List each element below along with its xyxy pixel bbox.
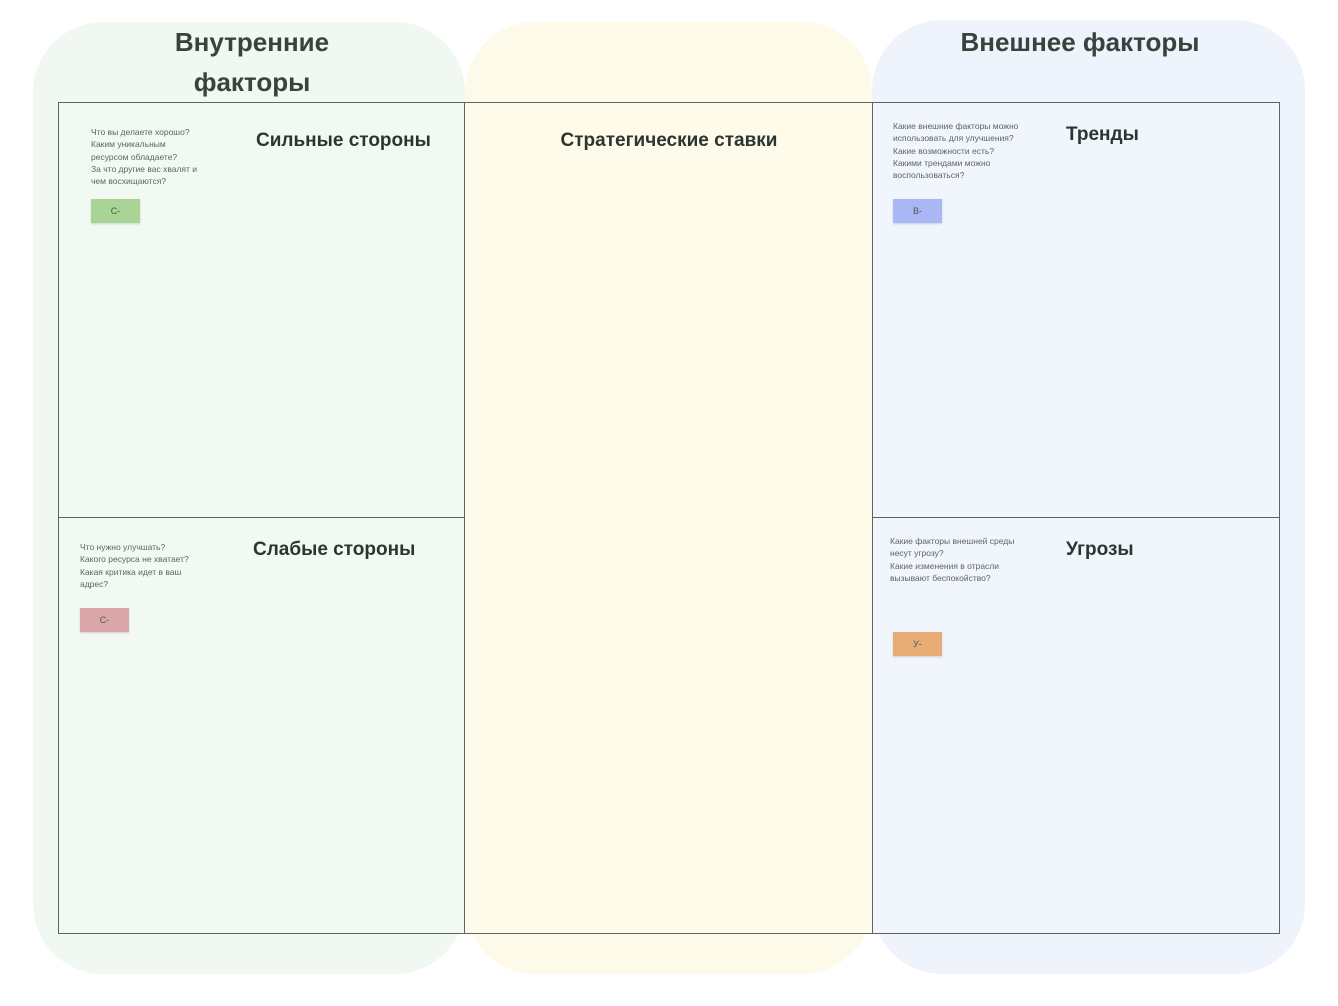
prompt-line: ресурсом обладаете? — [91, 151, 178, 162]
trends-prompts: Какие внешние факторы можно использовать… — [893, 120, 1018, 181]
weaknesses-prompts: Что нужно улучшать? Какого ресурса не хв… — [80, 541, 189, 590]
weaknesses-quadrant: Что нужно улучшать? Какого ресурса не хв… — [58, 517, 466, 934]
prompt-line: За что другие вас хвалят и — [91, 163, 198, 174]
strengths-title: Сильные стороны — [256, 130, 431, 151]
weaknesses-title: Слабые стороны — [253, 539, 416, 560]
prompt-line: Какого ресурса не хватает? — [80, 554, 189, 565]
prompt-line: адрес? — [80, 578, 109, 589]
prompt-line: вызывают беспокойство? — [890, 572, 991, 583]
prompt-line: чем восхищаются? — [91, 176, 167, 187]
prompt-line: Каким уникальным — [91, 139, 166, 150]
internal-factors-header: Внутренние факторы — [174, 27, 330, 97]
strengths-sticky-note[interactable]: С- — [91, 199, 140, 223]
threats-title: Угрозы — [1066, 539, 1134, 560]
strategic-bets-area: Стратегические ставки — [464, 102, 874, 934]
external-factors-header: Внешнее факторы — [960, 27, 1200, 57]
prompt-line: Что вы делаете хорошо? — [91, 127, 190, 137]
prompt-line: Какие факторы внешней среды — [890, 536, 1015, 546]
threats-prompts: Какие факторы внешней среды несут угрозу… — [890, 535, 1014, 584]
weaknesses-sticky-note[interactable]: С- — [80, 608, 129, 632]
prompt-line: Какие изменения в отрасли — [890, 560, 1000, 571]
trends-sticky-note[interactable]: В- — [893, 199, 942, 223]
prompt-line: Какими трендами можно — [893, 157, 991, 168]
threats-sticky-note[interactable]: У- — [893, 632, 942, 656]
trends-title: Тренды — [1066, 124, 1139, 145]
prompt-line: Какие внешние факторы можно — [893, 121, 1019, 131]
prompt-line: Какие возможности есть? — [893, 145, 995, 156]
strengths-prompts: Что вы делаете хорошо? Каким уникальным … — [91, 126, 197, 187]
strengths-quadrant: Что вы делаете хорошо? Каким уникальным … — [58, 102, 466, 519]
prompt-line: Что нужно улучшать? — [80, 542, 166, 552]
prompt-line: Какая критика идет в ваш — [80, 566, 182, 577]
prompt-line: использовать для улучшения? — [893, 133, 1014, 144]
prompt-line: несут угрозу? — [890, 548, 944, 559]
threats-quadrant: Какие факторы внешней среды несут угрозу… — [872, 517, 1280, 934]
strategic-bets-title: Стратегические ставки — [560, 130, 778, 151]
prompt-line: воспользоваться? — [893, 170, 965, 181]
trends-quadrant: Какие внешние факторы можно использовать… — [872, 102, 1280, 519]
